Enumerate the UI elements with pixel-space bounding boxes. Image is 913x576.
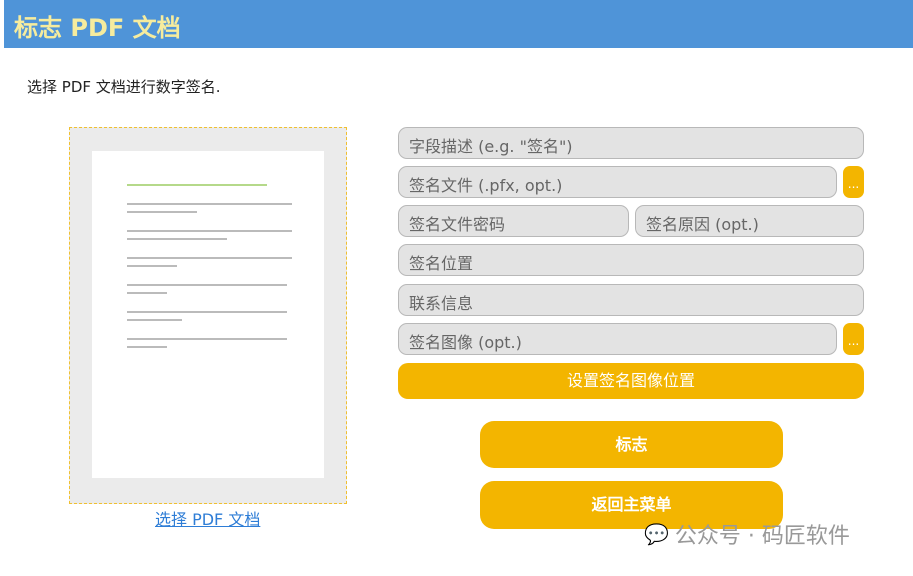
signature-location-input[interactable]: 签名位置 [398, 244, 864, 276]
set-image-position-button[interactable]: 设置签名图像位置 [398, 363, 864, 399]
signature-image-input[interactable]: 签名图像 (opt.) [398, 323, 837, 355]
sign-button[interactable]: 标志 [480, 421, 783, 468]
field-description-input[interactable]: 字段描述 (e.g. "签名") [398, 127, 864, 159]
app-title: 标志 PDF 文档 [14, 14, 181, 42]
instruction-text: 选择 PDF 文档进行数字签名. [27, 78, 221, 96]
header-bar: 标志 PDF 文档 [4, 0, 913, 48]
browse-signature-file-button[interactable]: ... [843, 166, 864, 198]
select-pdf-link[interactable]: 选择 PDF 文档 [155, 506, 260, 530]
watermark: 💬 公众号 · 码匠软件 [644, 518, 850, 550]
browse-signature-image-button[interactable]: ... [843, 323, 864, 355]
signature-file-input[interactable]: 签名文件 (.pfx, opt.) [398, 166, 837, 198]
pdf-page-thumbnail [92, 151, 324, 478]
contact-info-input[interactable]: 联系信息 [398, 284, 864, 316]
watermark-text: 公众号 · 码匠软件 [674, 524, 850, 549]
pdf-preview[interactable] [69, 127, 347, 504]
signature-reason-input[interactable]: 签名原因 (opt.) [635, 205, 864, 237]
wechat-icon: 💬 [644, 522, 669, 546]
signature-password-input[interactable]: 签名文件密码 [398, 205, 629, 237]
